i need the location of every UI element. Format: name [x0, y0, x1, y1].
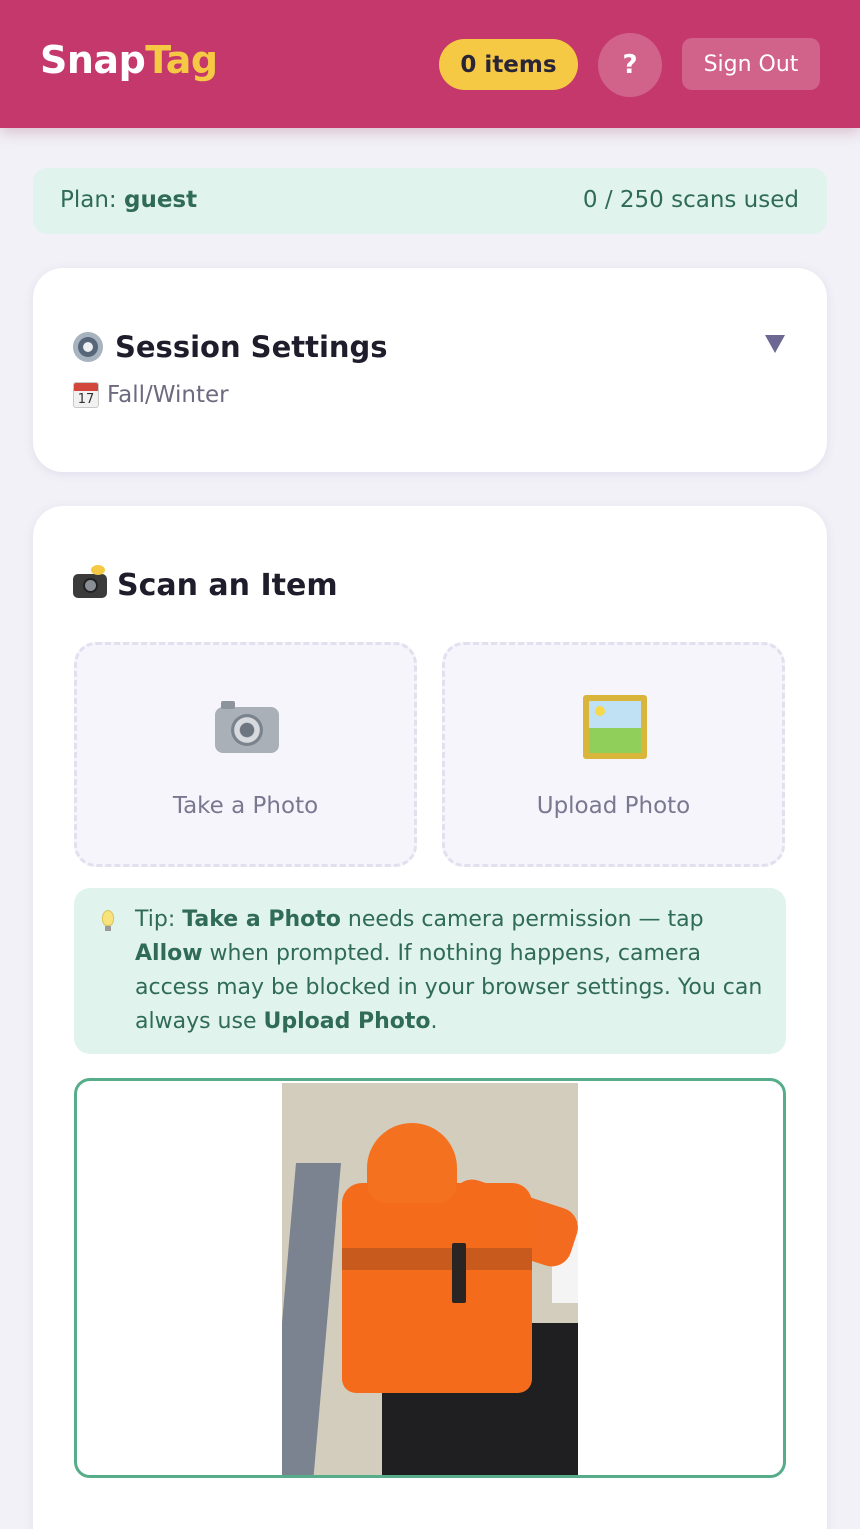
- upload-photo-button[interactable]: Upload Photo: [442, 642, 785, 867]
- framed-picture-icon: [583, 695, 647, 759]
- scan-item-title: Scan an Item: [117, 568, 338, 603]
- help-button[interactable]: ?: [598, 33, 662, 97]
- scan-item-header: Scan an Item: [73, 564, 338, 603]
- session-settings-card[interactable]: Session Settings 17 Fall/Winter: [33, 268, 827, 472]
- camera-flash-icon: [73, 564, 107, 598]
- lightbulb-icon: [102, 910, 114, 931]
- session-settings-title: Session Settings: [115, 330, 388, 364]
- take-photo-button[interactable]: Take a Photo: [74, 642, 417, 867]
- camera-tip: Tip: Take a Photo needs camera permissio…: [74, 888, 786, 1054]
- photo-preview: [74, 1078, 786, 1478]
- plan-bar: Plan: guest 0 / 250 scans used: [33, 168, 827, 234]
- plan-label: Plan:: [60, 187, 124, 213]
- app-logo[interactable]: SnapTag: [40, 38, 218, 82]
- plan-info: Plan: guest: [60, 187, 197, 213]
- gear-icon: [73, 332, 103, 362]
- season-summary: 17 Fall/Winter: [73, 382, 229, 408]
- logo-tag: Tag: [145, 38, 218, 82]
- sign-out-button[interactable]: Sign Out: [682, 38, 820, 90]
- camera-icon: [215, 701, 279, 753]
- caret-down-icon[interactable]: [765, 335, 785, 353]
- season-label: Fall/Winter: [107, 382, 229, 408]
- take-photo-label: Take a Photo: [172, 793, 319, 819]
- calendar-icon: 17: [73, 382, 99, 408]
- tip-text: Tip: Take a Photo needs camera permissio…: [135, 907, 763, 1034]
- logo-snap: Snap: [40, 38, 146, 82]
- scan-item-card: Scan an Item Take a Photo Upload Photo T…: [33, 506, 827, 1529]
- session-settings-header: Session Settings: [73, 330, 388, 364]
- scan-usage: 0 / 250 scans used: [582, 187, 799, 213]
- captured-photo: [282, 1083, 578, 1475]
- top-bar: SnapTag 0 items ? Sign Out: [0, 0, 860, 128]
- upload-photo-label: Upload Photo: [536, 793, 691, 819]
- items-count-badge[interactable]: 0 items: [439, 39, 578, 90]
- plan-value: guest: [124, 187, 198, 213]
